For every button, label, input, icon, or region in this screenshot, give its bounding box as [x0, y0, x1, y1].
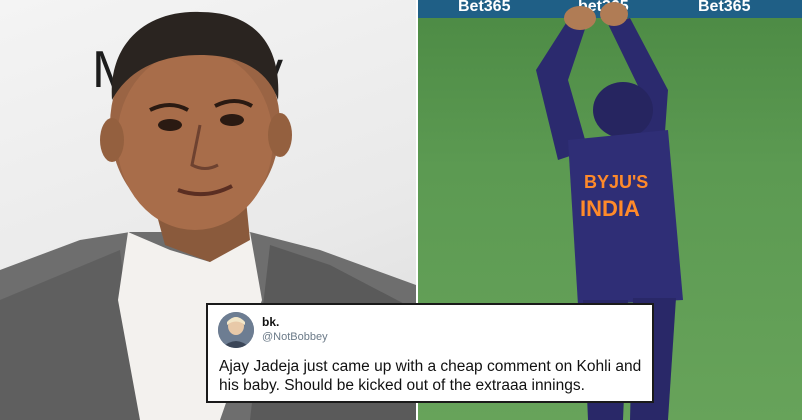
- tweet-text: Ajay Jadeja just came up with a cheap co…: [219, 358, 642, 394]
- tweet-card: bk. @NotBobbey Ajay Jadeja just came up …: [206, 303, 654, 403]
- avatar-image: [218, 312, 254, 348]
- tweet-author-handle: @NotBobbey: [262, 331, 328, 343]
- jersey-sponsor-text: BYJU'S: [584, 172, 649, 192]
- avatar: [218, 312, 254, 348]
- tweet-author-name: bk.: [262, 315, 280, 329]
- jersey-team-text: INDIA: [580, 196, 640, 221]
